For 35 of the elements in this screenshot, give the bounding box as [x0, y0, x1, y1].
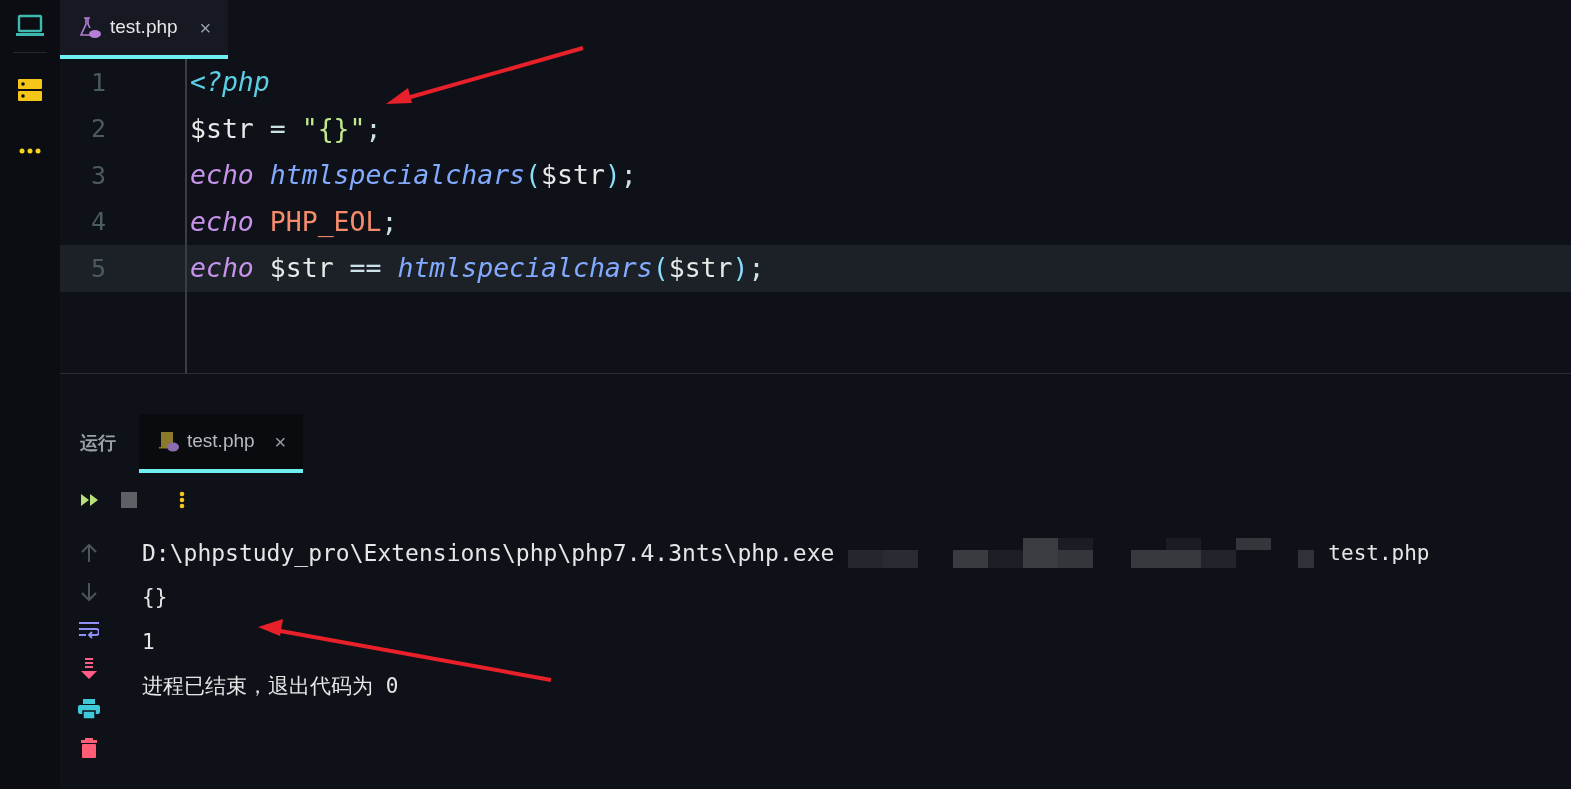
more-icon[interactable]	[19, 148, 41, 154]
line-number: 3	[89, 159, 106, 192]
arrow-up-icon[interactable]	[80, 543, 98, 563]
print-icon[interactable]	[78, 699, 100, 719]
output-line: 进程已结束，退出代码为 0	[142, 673, 399, 700]
wrap-icon[interactable]	[79, 621, 99, 639]
arrow-down-icon[interactable]	[80, 582, 98, 602]
line-number: 4	[89, 206, 106, 238]
code-line: echo PHP_EOL;	[190, 204, 398, 239]
output-line: 1	[142, 628, 155, 656]
close-icon[interactable]: ×	[274, 426, 287, 457]
output-line: test.php	[1328, 539, 1430, 567]
line-number: 1	[89, 66, 106, 99]
trash-icon[interactable]	[81, 738, 97, 758]
code-line: <?php	[190, 65, 270, 100]
more-icon[interactable]	[179, 491, 185, 509]
editor-tab[interactable]: test.php ×	[60, 0, 228, 59]
code-line: $str = "{}";	[190, 111, 382, 146]
panel-title: 运行	[80, 432, 116, 455]
line-number: 5	[89, 252, 106, 285]
output-line: D:\phpstudy_pro\Extensions\php\php7.4.3nts\php.exe	[142, 539, 835, 569]
tab-label: test.php	[110, 15, 178, 40]
line-number: 2	[89, 113, 106, 145]
output-line: {}	[142, 584, 168, 611]
file-elephant-icon	[159, 430, 181, 453]
code-line: echo htmlspecialchars($str);	[190, 158, 637, 193]
server-icon[interactable]	[18, 78, 42, 102]
scroll-to-end-icon[interactable]	[80, 658, 98, 680]
code-line: echo $str == htmlspecialchars($str);	[190, 251, 765, 286]
close-icon[interactable]: ×	[199, 12, 212, 43]
rerun-icon[interactable]	[81, 493, 99, 507]
flask-elephant-icon	[78, 15, 102, 40]
laptop-icon[interactable]	[15, 14, 45, 38]
tab-label: test.php	[187, 429, 255, 454]
run-tab[interactable]: test.php ×	[139, 414, 303, 473]
